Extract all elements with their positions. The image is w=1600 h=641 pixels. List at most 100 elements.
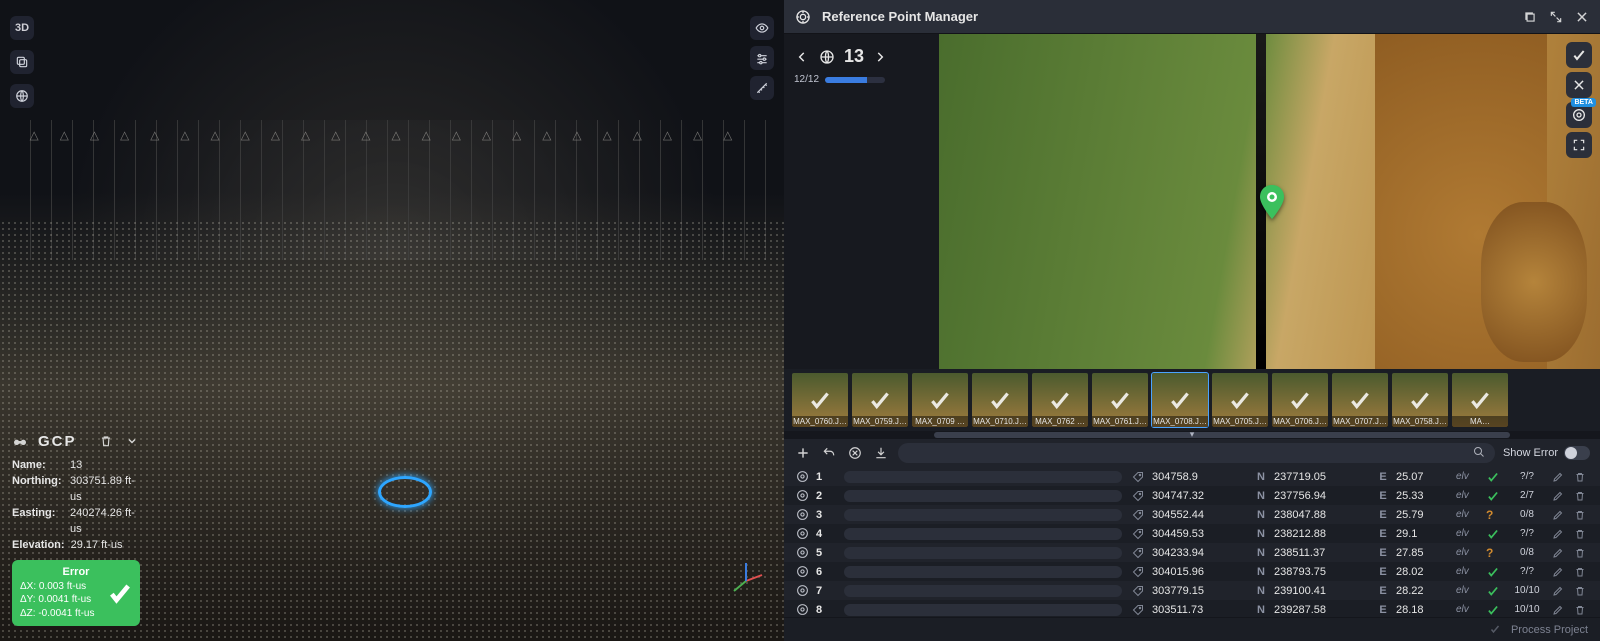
tag-icon[interactable] xyxy=(1132,471,1146,483)
point-name-pill[interactable] xyxy=(844,547,1122,559)
eye-tool-button[interactable] xyxy=(750,16,774,40)
point-row[interactable]: 3304552.44N238047.88E25.79elv?0/8 xyxy=(784,505,1600,524)
measure-tool-button[interactable] xyxy=(750,76,774,100)
point-name-pill[interactable] xyxy=(844,528,1122,540)
restore-window-icon[interactable] xyxy=(1522,9,1538,25)
thumbnail[interactable]: MAX_0758.J… xyxy=(1392,373,1448,427)
prev-point-button[interactable] xyxy=(794,49,810,65)
status-icon xyxy=(1486,603,1502,617)
thumbnail[interactable]: MAX_0759.J… xyxy=(852,373,908,427)
delete-icon[interactable] xyxy=(1574,490,1590,502)
target-assist-button[interactable]: BETA xyxy=(1566,102,1592,128)
point-row[interactable]: 1304758.9N237719.05E25.07elv?/? xyxy=(784,467,1600,486)
settings-tool-button[interactable] xyxy=(750,46,774,70)
thumbnail[interactable]: MAX_0709 … xyxy=(912,373,968,427)
point-name-pill[interactable] xyxy=(844,585,1122,597)
thumbnail[interactable]: MAX_0762 … xyxy=(1032,373,1088,427)
clear-all-button[interactable] xyxy=(846,444,864,462)
add-point-button[interactable] xyxy=(794,444,812,462)
point-row[interactable]: 6304015.96N238793.75E28.02elv?/? xyxy=(784,562,1600,581)
thumbnail[interactable]: MAX_0760.J… xyxy=(792,373,848,427)
fullscreen-button[interactable] xyxy=(1566,132,1592,158)
tag-icon[interactable] xyxy=(1132,566,1146,578)
delete-icon[interactable] xyxy=(1574,471,1590,483)
mode-3d-button[interactable]: 3D xyxy=(10,16,34,40)
point-name-pill[interactable] xyxy=(844,604,1122,616)
undo-button[interactable] xyxy=(820,444,838,462)
elevation-value: 25.79 xyxy=(1396,509,1450,521)
confirm-button[interactable] xyxy=(1566,42,1592,68)
process-project-button[interactable]: Process Project xyxy=(1511,624,1588,636)
edit-icon[interactable] xyxy=(1552,604,1568,616)
point-row[interactable]: 5304233.94N238511.37E27.85elv?0/8 xyxy=(784,543,1600,562)
point-id: 4 xyxy=(816,528,838,540)
map-marker-icon[interactable] xyxy=(1260,185,1284,219)
edit-icon[interactable] xyxy=(1552,585,1568,597)
point-row[interactable]: 8303511.73N239287.58E28.18elv10/10 xyxy=(784,600,1600,617)
thumbnail[interactable]: MAX_0707.J… xyxy=(1332,373,1388,427)
edit-icon[interactable] xyxy=(1552,471,1568,483)
delete-icon[interactable] xyxy=(1574,566,1590,578)
point-row[interactable]: 7303779.15N239100.41E28.22elv10/10 xyxy=(784,581,1600,600)
thumbnail-label: MAX_0762 … xyxy=(1032,416,1088,427)
globe-tool-button[interactable] xyxy=(10,84,34,108)
axis-gizmo[interactable] xyxy=(726,561,766,601)
show-error-label: Show Error xyxy=(1503,447,1558,459)
point-name-pill[interactable] xyxy=(844,490,1122,502)
easting-value: 239287.58 xyxy=(1274,604,1370,616)
delete-icon[interactable] xyxy=(1574,604,1590,616)
thumbnail-scrollbar[interactable]: ▾ xyxy=(784,431,1600,439)
target-icon xyxy=(794,545,810,561)
thumbnail[interactable]: MAX_0708.J… xyxy=(1152,373,1208,427)
northing-value: 304015.96 xyxy=(1152,566,1248,578)
binoculars-icon[interactable] xyxy=(12,433,28,449)
point-name-pill[interactable] xyxy=(844,471,1122,483)
tag-icon[interactable] xyxy=(1132,585,1146,597)
copy-tool-button[interactable] xyxy=(10,50,34,74)
search-icon[interactable] xyxy=(1473,446,1487,460)
edit-icon[interactable] xyxy=(1552,509,1568,521)
point-name-pill[interactable] xyxy=(844,509,1122,521)
next-point-button[interactable] xyxy=(872,49,888,65)
edit-icon[interactable] xyxy=(1552,566,1568,578)
status-icon xyxy=(1486,527,1502,541)
point-row[interactable]: 2304747.32N237756.94E25.33elv2/7 xyxy=(784,486,1600,505)
point-name-pill[interactable] xyxy=(844,566,1122,578)
delete-icon[interactable] xyxy=(1574,528,1590,540)
thumbnail[interactable]: MA… xyxy=(1452,373,1508,427)
tag-icon[interactable] xyxy=(1132,547,1146,559)
download-button[interactable] xyxy=(872,444,890,462)
thumbnail[interactable]: MAX_0710.J… xyxy=(972,373,1028,427)
tag-icon[interactable] xyxy=(1132,604,1146,616)
show-error-toggle[interactable] xyxy=(1564,446,1590,460)
tag-icon[interactable] xyxy=(1132,509,1146,521)
edit-icon[interactable] xyxy=(1552,528,1568,540)
thumbnail-strip[interactable]: MAX_0760.J… MAX_0759.J… MAX_0709 …MAX_0710… xyxy=(784,369,1600,431)
delete-icon[interactable] xyxy=(1574,509,1590,521)
tag-icon[interactable] xyxy=(1132,490,1146,502)
tag-icon[interactable] xyxy=(1132,528,1146,540)
point-list[interactable]: 1304758.9N237719.05E25.07elv?/?2304747.3… xyxy=(784,467,1600,617)
maximize-icon[interactable] xyxy=(1548,9,1564,25)
thumbnail[interactable]: MAX_0706.J… xyxy=(1272,373,1328,427)
thumbnail-label: MAX_0759.J… xyxy=(852,416,908,427)
clear-button[interactable] xyxy=(1566,72,1592,98)
edit-icon[interactable] xyxy=(1552,490,1568,502)
thumbnail[interactable]: MAX_0705.J… xyxy=(1212,373,1268,427)
delete-gcp-icon[interactable] xyxy=(98,433,114,449)
thumbnail-label: MAX_0706.J… xyxy=(1272,416,1328,427)
aerial-image[interactable] xyxy=(939,34,1600,369)
scrollbar-handle[interactable] xyxy=(934,432,1510,438)
close-icon[interactable] xyxy=(1574,9,1590,25)
thumbnail[interactable]: MAX_0761.J… xyxy=(1092,373,1148,427)
status-icon xyxy=(1486,470,1502,484)
chevron-down-icon[interactable] xyxy=(124,433,140,449)
delete-icon[interactable] xyxy=(1574,585,1590,597)
edit-icon[interactable] xyxy=(1552,547,1568,559)
search-input[interactable] xyxy=(906,447,1473,459)
delete-icon[interactable] xyxy=(1574,547,1590,559)
selected-point-ring[interactable] xyxy=(378,476,432,508)
elevation-value: 29.17 ft-us xyxy=(71,538,123,554)
point-row[interactable]: 4304459.53N238212.88E29.1elv?/? xyxy=(784,524,1600,543)
check-icon xyxy=(1287,387,1313,413)
